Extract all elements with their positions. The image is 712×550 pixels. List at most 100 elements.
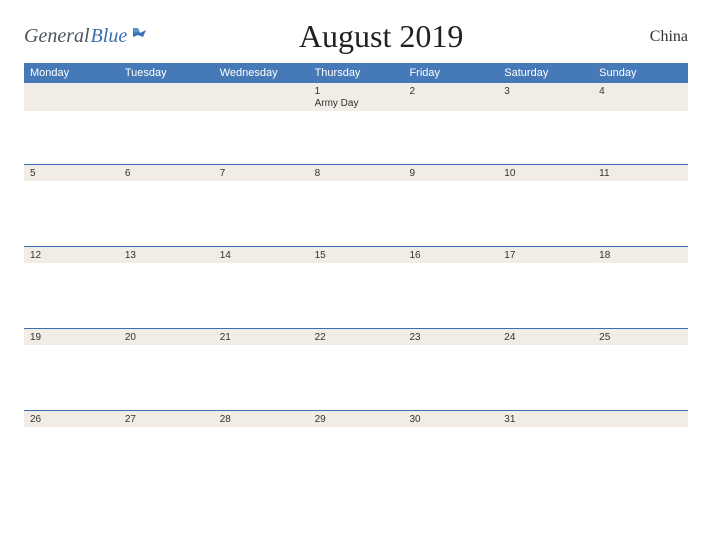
day-number: 11 xyxy=(599,168,682,179)
day-number: 24 xyxy=(504,332,587,343)
day-body xyxy=(593,263,688,328)
day-number: 8 xyxy=(315,168,398,179)
day-header: Wednesday xyxy=(214,63,309,83)
day-body xyxy=(119,181,214,246)
day-cell: 6 xyxy=(119,165,214,246)
day-header: Friday xyxy=(403,63,498,83)
day-body xyxy=(498,345,593,410)
day-body xyxy=(119,427,214,483)
week-row: 5 6789 10 11 xyxy=(24,165,688,247)
day-cell: 10 xyxy=(498,165,593,246)
day-body xyxy=(593,181,688,246)
day-cell: 26 xyxy=(24,411,119,483)
day-cell: 7 xyxy=(214,165,309,246)
day-header: Monday xyxy=(24,63,119,83)
day-cell: 19 xyxy=(24,329,119,410)
day-number: 16 xyxy=(409,250,492,261)
day-cell: . xyxy=(119,83,214,164)
day-number: 29 xyxy=(315,414,398,425)
day-cell: 30 xyxy=(403,411,498,483)
day-cell: 4 xyxy=(593,83,688,164)
day-number: 12 xyxy=(30,250,113,261)
day-number: 27 xyxy=(125,414,208,425)
day-body xyxy=(498,427,593,483)
day-body xyxy=(309,181,404,246)
day-number: 20 xyxy=(125,332,208,343)
day-body xyxy=(403,111,498,164)
day-cell: 25 xyxy=(593,329,688,410)
day-number: 22 xyxy=(315,332,398,343)
day-body xyxy=(214,181,309,246)
day-cell: 5 xyxy=(24,165,119,246)
day-header: Sunday xyxy=(593,63,688,83)
day-body xyxy=(214,345,309,410)
day-body xyxy=(24,181,119,246)
day-number: 31 xyxy=(504,414,587,425)
day-number: 2 xyxy=(409,86,492,97)
day-body xyxy=(214,427,309,483)
day-body xyxy=(403,427,498,483)
day-number: 19 xyxy=(30,332,113,343)
week-row: 19 20 21 22 23 24 25 xyxy=(24,329,688,411)
logo-blue: Blue xyxy=(91,25,128,48)
day-cell: . xyxy=(593,411,688,483)
day-body xyxy=(309,111,404,164)
calendar: Monday Tuesday Wednesday Thursday Friday… xyxy=(24,63,688,483)
day-body xyxy=(309,345,404,410)
day-body xyxy=(24,111,119,164)
day-body xyxy=(214,263,309,328)
day-number: 9 xyxy=(409,168,492,179)
day-cell: 12 xyxy=(24,247,119,328)
day-number: 21 xyxy=(220,332,303,343)
day-body xyxy=(309,263,404,328)
day-cell: 23 xyxy=(403,329,498,410)
day-number: 5 xyxy=(30,168,113,179)
day-cell: 16 xyxy=(403,247,498,328)
week-row: ...1Army Day234 xyxy=(24,83,688,165)
day-cell: . xyxy=(24,83,119,164)
day-body xyxy=(309,427,404,483)
day-cell: 29 xyxy=(309,411,404,483)
day-cell: 9 xyxy=(403,165,498,246)
day-number: 15 xyxy=(315,250,398,261)
day-cell: 27 xyxy=(119,411,214,483)
day-number: 4 xyxy=(599,86,682,97)
logo-general: General xyxy=(24,25,90,48)
day-cell: 14 xyxy=(214,247,309,328)
flag-icon xyxy=(132,27,154,48)
day-cell: 22 xyxy=(309,329,404,410)
day-body xyxy=(119,111,214,164)
day-number: 23 xyxy=(409,332,492,343)
day-cell: 2 xyxy=(403,83,498,164)
day-body xyxy=(214,111,309,164)
event-label: Army Day xyxy=(315,98,398,109)
day-cell: 15 xyxy=(309,247,404,328)
day-header-row: Monday Tuesday Wednesday Thursday Friday… xyxy=(24,63,688,83)
header: General Blue August 2019 China xyxy=(24,18,688,55)
day-body xyxy=(24,427,119,483)
day-body xyxy=(593,427,688,483)
logo: General Blue xyxy=(24,25,154,48)
day-body xyxy=(119,345,214,410)
day-body xyxy=(498,111,593,164)
day-body xyxy=(498,181,593,246)
day-number: 6 xyxy=(125,168,208,179)
week-row: 262728293031. xyxy=(24,411,688,483)
week-row: 12131415161718 xyxy=(24,247,688,329)
day-number: 25 xyxy=(599,332,682,343)
logo-text: General Blue xyxy=(24,25,127,48)
day-body xyxy=(593,111,688,164)
day-cell: . xyxy=(214,83,309,164)
day-body xyxy=(24,263,119,328)
day-body xyxy=(24,345,119,410)
day-number: 10 xyxy=(504,168,587,179)
day-body xyxy=(593,345,688,410)
day-number: 3 xyxy=(504,86,587,97)
day-cell: 3 xyxy=(498,83,593,164)
day-number: 18 xyxy=(599,250,682,261)
day-body xyxy=(403,345,498,410)
day-body xyxy=(498,263,593,328)
day-number: 14 xyxy=(220,250,303,261)
day-cell: 20 xyxy=(119,329,214,410)
day-cell: 18 xyxy=(593,247,688,328)
